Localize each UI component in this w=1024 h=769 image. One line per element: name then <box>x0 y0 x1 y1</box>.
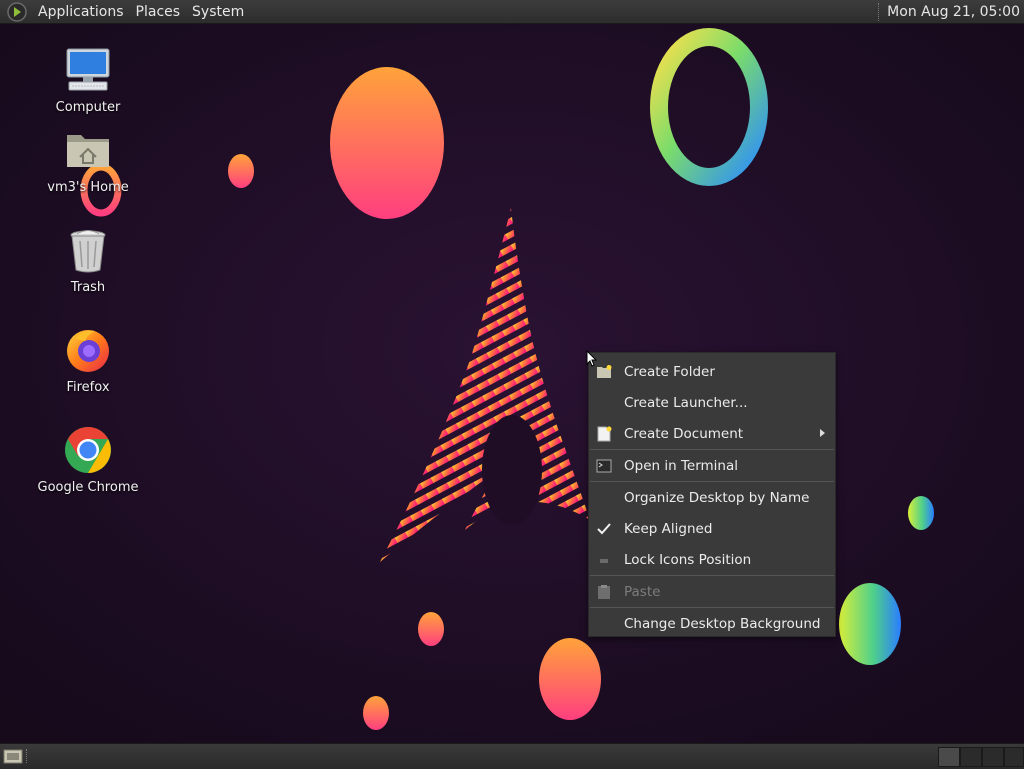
desktop-icon-label: Google Chrome <box>37 480 139 495</box>
desktop-icon-firefox[interactable]: Firefox <box>33 325 143 395</box>
menu-item-create-document[interactable]: Create Document <box>589 418 835 449</box>
lock-toggle-icon <box>600 559 608 563</box>
menu-item-create-folder[interactable]: Create Folder <box>589 356 835 387</box>
mouse-cursor-icon <box>586 350 598 367</box>
desktop-icon-label: vm3's Home <box>47 180 129 195</box>
firefox-icon <box>67 330 109 372</box>
desktop-icon-label: Trash <box>70 280 106 295</box>
distro-menu-icon[interactable] <box>6 1 28 23</box>
submenu-arrow-icon <box>820 429 825 437</box>
clock[interactable]: Mon Aug 21, 05:00 <box>887 4 1024 20</box>
places-menu[interactable]: Places <box>130 0 187 24</box>
menu-item-label: Create Folder <box>624 363 715 380</box>
checkmark-icon <box>597 523 611 535</box>
desktop-context-menu: Create Folder Create Launcher... Create … <box>588 352 836 637</box>
desktop-icon-home[interactable]: vm3's Home <box>33 125 143 195</box>
menu-item-label: Create Document <box>624 425 744 442</box>
paste-icon <box>598 585 610 599</box>
desktop-icon-label: Firefox <box>66 380 110 395</box>
menu-item-paste[interactable]: Paste <box>589 576 835 607</box>
desktop-icon-computer[interactable]: Computer <box>33 45 143 115</box>
menu-item-label: Keep Aligned <box>624 520 713 537</box>
desktop-icon-chrome[interactable]: Google Chrome <box>33 425 143 495</box>
new-folder-icon <box>597 365 612 378</box>
menu-item-lock-icons[interactable]: Lock Icons Position <box>589 544 835 575</box>
workspace-1[interactable] <box>938 747 960 767</box>
workspace-3[interactable] <box>982 747 1004 767</box>
menu-item-label: Open in Terminal <box>624 457 738 474</box>
menu-item-label: Create Launcher... <box>624 394 748 411</box>
desktop-wallpaper <box>0 24 1024 743</box>
menu-item-open-terminal[interactable]: Open in Terminal <box>589 450 835 481</box>
panel-separator <box>878 2 881 21</box>
terminal-icon <box>596 459 612 473</box>
menu-item-label: Paste <box>624 583 661 600</box>
show-desktop-icon[interactable] <box>3 747 23 765</box>
workspace-4[interactable] <box>1004 747 1024 767</box>
menu-item-label: Organize Desktop by Name <box>624 489 810 506</box>
menu-item-organize-desktop[interactable]: Organize Desktop by Name <box>589 482 835 513</box>
menu-item-label: Lock Icons Position <box>624 551 752 568</box>
menu-item-change-background[interactable]: Change Desktop Background <box>589 608 835 639</box>
computer-icon <box>66 48 110 91</box>
system-menu[interactable]: System <box>186 0 250 24</box>
applications-menu[interactable]: Applications <box>32 0 130 24</box>
workspace-2[interactable] <box>960 747 982 767</box>
desktop-icon-label: Computer <box>55 100 121 115</box>
home-folder-icon <box>67 135 109 167</box>
desktop-icon-trash[interactable]: Trash <box>33 225 143 295</box>
menu-item-keep-aligned[interactable]: Keep Aligned <box>589 513 835 544</box>
bottom-panel <box>0 743 1024 769</box>
chrome-icon <box>65 427 111 473</box>
panel-grip <box>26 749 31 763</box>
menu-item-label: Change Desktop Background <box>624 615 821 632</box>
trash-icon <box>70 230 106 273</box>
menu-item-create-launcher[interactable]: Create Launcher... <box>589 387 835 418</box>
top-panel: Applications Places System Mon Aug 21, 0… <box>0 0 1024 24</box>
new-document-icon <box>597 426 612 442</box>
